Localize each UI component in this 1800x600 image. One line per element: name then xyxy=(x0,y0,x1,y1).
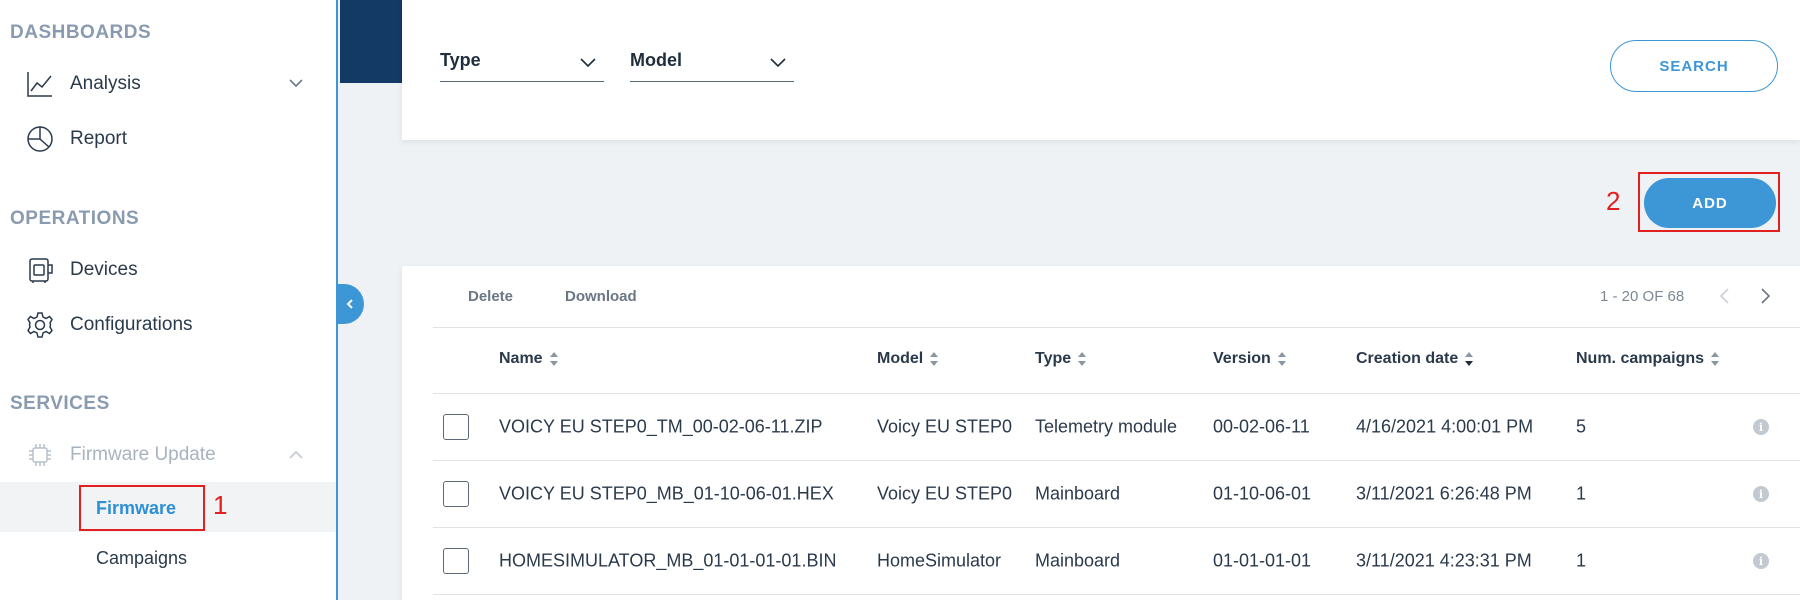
row-checkbox[interactable] xyxy=(443,481,469,507)
info-icon[interactable]: i xyxy=(1753,419,1769,435)
collapse-sidebar-button[interactable] xyxy=(336,284,364,324)
line-chart-icon xyxy=(24,68,56,100)
chip-icon xyxy=(24,439,56,471)
column-header-name[interactable]: Name xyxy=(499,350,559,368)
filter-panel: Type Model SEARCH xyxy=(402,0,1800,140)
sort-desc-icon xyxy=(1464,350,1474,368)
section-dashboards: DASHBOARDS xyxy=(10,22,152,43)
sidebar-item-label: Firmware Update xyxy=(70,444,216,465)
column-header-label: Name xyxy=(499,350,543,367)
cell-model: HomeSimulator xyxy=(877,550,1002,571)
column-header-creation-date[interactable]: Creation date xyxy=(1356,350,1474,368)
column-header-num-campaigns[interactable]: Num. campaigns xyxy=(1576,350,1720,368)
model-select[interactable]: Model xyxy=(630,40,794,82)
sidebar-item-label: Configurations xyxy=(70,314,193,335)
column-header-label: Creation date xyxy=(1356,350,1459,367)
chevron-down-icon[interactable] xyxy=(288,75,304,91)
row-divider xyxy=(433,594,1800,595)
column-header-label: Model xyxy=(877,350,924,367)
section-operations: OPERATIONS xyxy=(10,208,140,229)
cell-type: Telemetry module xyxy=(1035,416,1178,437)
type-select[interactable]: Type xyxy=(440,40,604,82)
add-button[interactable]: ADD xyxy=(1644,178,1776,228)
sidebar-item-analysis[interactable]: Analysis xyxy=(24,64,141,104)
toolbar-divider xyxy=(433,327,1800,328)
table-row[interactable]: VOICY EU STEP0_TM_00-02-06-11.ZIP Voicy … xyxy=(433,394,1800,460)
column-header-label: Num. campaigns xyxy=(1576,350,1705,367)
cell-type: Mainboard xyxy=(1035,483,1121,504)
column-header-type[interactable]: Type xyxy=(1035,350,1087,368)
cell-type: Mainboard xyxy=(1035,550,1121,571)
chevron-left-icon xyxy=(344,298,356,310)
sidebar-item-campaigns[interactable]: Campaigns xyxy=(96,548,187,569)
cell-version: 00-02-06-11 xyxy=(1213,416,1310,437)
cell-version: 01-10-06-01 xyxy=(1213,483,1312,504)
cell-name: HOMESIMULATOR_MB_01-01-01-01.BIN xyxy=(499,550,837,571)
header-band xyxy=(340,0,402,83)
sidebar-item-label: Devices xyxy=(70,259,138,280)
column-header-label: Version xyxy=(1213,350,1271,367)
sidebar-item-devices[interactable]: Devices xyxy=(24,250,138,290)
cell-model: Voicy EU STEP0 xyxy=(877,416,1013,437)
annotation-box-1 xyxy=(79,485,205,531)
sort-icon xyxy=(549,350,559,368)
pie-chart-icon xyxy=(24,123,56,155)
cell-creation-date: 3/11/2021 6:26:48 PM xyxy=(1356,483,1532,504)
chevron-up-icon[interactable] xyxy=(288,447,304,463)
cell-creation-date: 3/11/2021 4:23:31 PM xyxy=(1356,550,1532,571)
chevron-down-icon xyxy=(578,52,598,72)
next-page-icon[interactable] xyxy=(1756,286,1774,306)
table-row[interactable]: VOICY EU STEP0_MB_01-10-06-01.HEX Voicy … xyxy=(433,461,1800,527)
info-icon[interactable]: i xyxy=(1753,553,1769,569)
sort-icon xyxy=(1710,350,1720,368)
sidebar-item-firmware-update[interactable]: Firmware Update xyxy=(24,435,216,475)
chevron-down-icon xyxy=(768,52,788,72)
cell-model: Voicy EU STEP0 xyxy=(877,483,1013,504)
cell-version: 01-01-01-01 xyxy=(1213,550,1312,571)
info-icon[interactable]: i xyxy=(1753,486,1769,502)
gear-icon xyxy=(24,309,56,341)
section-services: SERVICES xyxy=(10,393,110,414)
sidebar-item-configurations[interactable]: Configurations xyxy=(24,305,193,345)
download-button[interactable]: Download xyxy=(565,288,637,305)
sidebar-item-report[interactable]: Report xyxy=(24,119,127,159)
sort-icon xyxy=(929,350,939,368)
table-row[interactable]: HOMESIMULATOR_MB_01-01-01-01.BIN HomeSim… xyxy=(433,528,1800,594)
cell-name: VOICY EU STEP0_MB_01-10-06-01.HEX xyxy=(499,483,834,504)
column-header-label: Type xyxy=(1035,350,1072,367)
cell-num-campaigns: 1 xyxy=(1576,483,1587,504)
cell-num-campaigns: 5 xyxy=(1576,416,1587,437)
cell-creation-date: 4/16/2021 4:00:01 PM xyxy=(1356,416,1534,437)
cell-name: VOICY EU STEP0_TM_00-02-06-11.ZIP xyxy=(499,416,823,437)
sort-icon xyxy=(1277,350,1287,368)
device-icon xyxy=(24,254,56,286)
sidebar-item-label: Analysis xyxy=(70,73,141,94)
cell-num-campaigns: 1 xyxy=(1576,550,1587,571)
annotation-number-2: 2 xyxy=(1606,186,1621,216)
row-checkbox[interactable] xyxy=(443,548,469,574)
row-checkbox[interactable] xyxy=(443,414,469,440)
pagination-info: 1 - 20 OF 68 xyxy=(1600,288,1685,305)
sort-icon xyxy=(1077,350,1087,368)
type-select-label: Type xyxy=(440,50,481,70)
model-select-label: Model xyxy=(630,50,682,70)
search-button[interactable]: SEARCH xyxy=(1610,40,1778,92)
prev-page-icon[interactable] xyxy=(1716,286,1734,306)
annotation-number-1: 1 xyxy=(213,490,228,520)
column-header-model[interactable]: Model xyxy=(877,350,939,368)
delete-button[interactable]: Delete xyxy=(468,288,513,305)
column-header-version[interactable]: Version xyxy=(1213,350,1287,368)
sidebar-item-label: Report xyxy=(70,128,128,149)
